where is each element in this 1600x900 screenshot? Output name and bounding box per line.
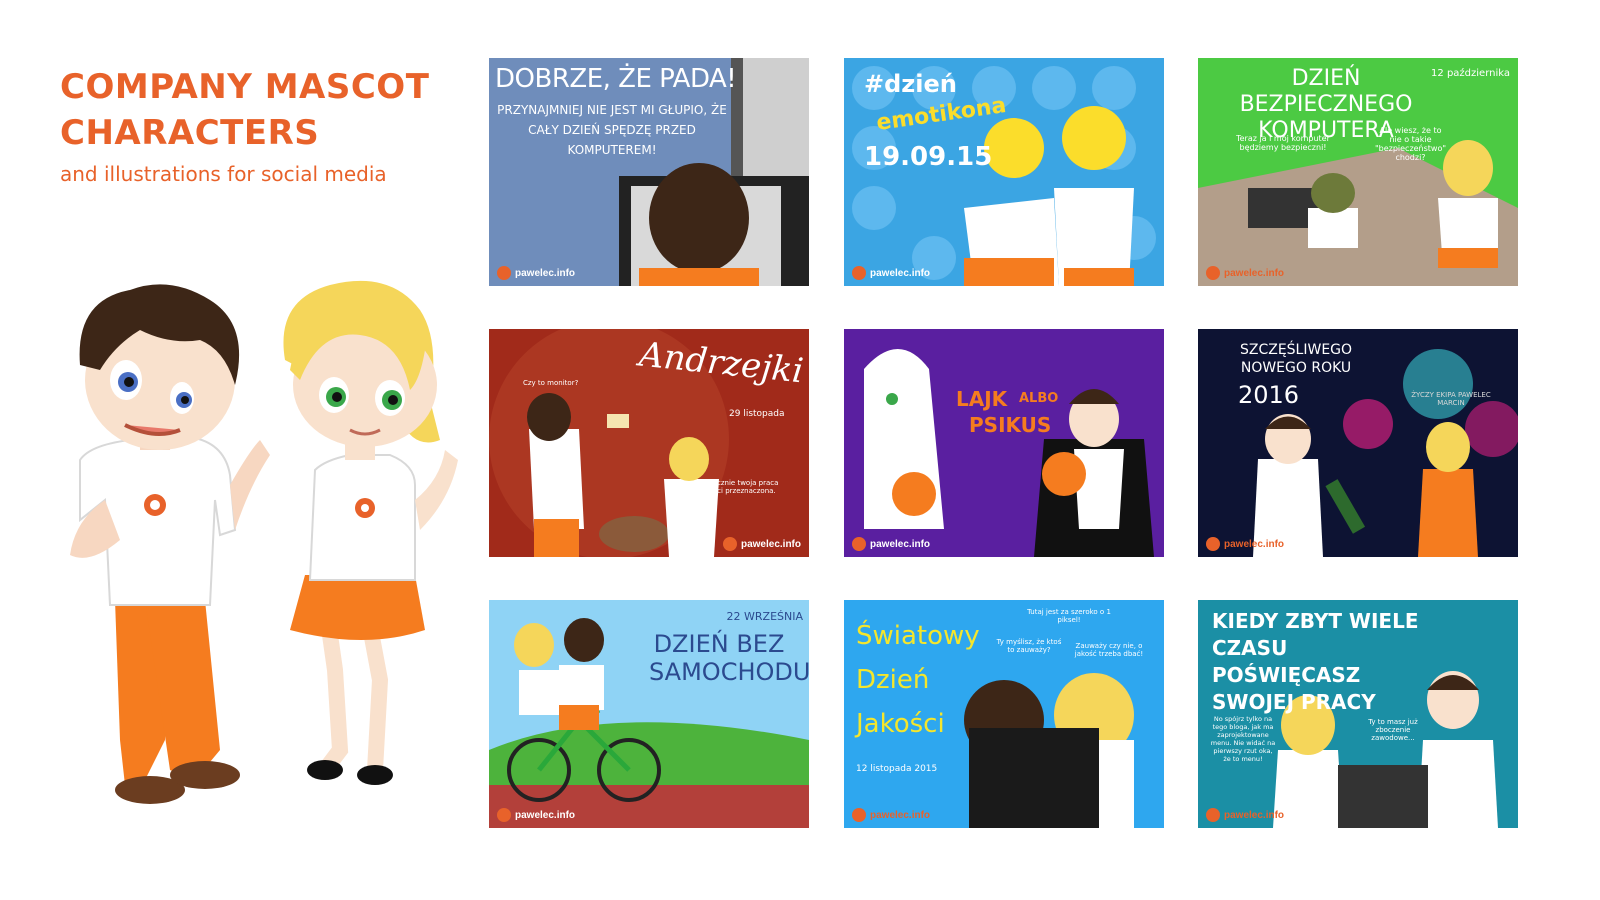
tile-headline: KIEDY ZBYT WIELE CZASU POŚWIĘCASZ SWOJEJ… (1212, 609, 1419, 714)
logo-icon (722, 537, 737, 551)
tile-year: 2016 (1238, 381, 1300, 409)
logo-icon (1206, 808, 1220, 822)
tile-headline: DZIEŃ BEZ SAMOCHODU (649, 630, 809, 686)
pawelec-logo: pawelec.info (852, 537, 930, 551)
speech-bubble: Widocznie twoja praca jest ci przeznaczo… (699, 479, 779, 495)
pawelec-logo: pawelec.info (497, 266, 575, 280)
illustration-quality-day: Światowy Dzień Jakości 12 listopada 2015… (844, 600, 1164, 828)
pawelec-logo: pawelec.info (497, 808, 575, 822)
tile-date: 29 listopada (729, 409, 785, 419)
tile-date: 22 WRZEŚNIA (726, 610, 803, 623)
tile-body: PRZYNAJMNIEJ NIE JEST MI GŁUPIO, ŻE CAŁY… (497, 103, 727, 157)
mascot-characters-illustration (20, 270, 480, 830)
tile-date: 12 listopada 2015 (856, 764, 938, 774)
speech-bubble: Czy to monitor? (523, 379, 579, 387)
logo-icon (852, 537, 866, 551)
tile-date: 12 października (1431, 68, 1510, 79)
tile-headline: Światowy Dzień Jakości (856, 621, 980, 739)
logo-icon (1206, 266, 1220, 280)
illustration-car-free-day: 22 WRZEŚNIA DZIEŃ BEZ SAMOCHODU pawelec.… (489, 600, 809, 828)
logo-icon (497, 266, 511, 280)
pawelec-logo: pawelec.info (722, 537, 801, 551)
illustration-rainy-day: DOBRZE, ŻE PADA! PRZYNAJMNIEJ NIE JEST M… (489, 58, 809, 286)
illustration-halloween: LAJK ALBO PSIKUS pawelec.info (844, 329, 1164, 557)
tile-date: 19.09.15 (864, 142, 993, 172)
speech-bubble: Tutaj jest za szeroko o 1 piksel! (1027, 608, 1111, 624)
illustration-andrzejki: Andrzejki 29 listopada Czy to monitor? W… (489, 329, 809, 557)
speech-bubble: No spójrz tylko na tego bloga, jak ma za… (1210, 715, 1276, 763)
illustration-safe-computer-day: DZIEŃ BEZPIECZNEGO KOMPUTERA 12 paździer… (1198, 58, 1518, 286)
tile-headline: SZCZĘŚLIWEGO NOWEGO ROKU (1239, 342, 1353, 376)
tile-headline-tail: PSIKUS (969, 413, 1052, 437)
page-subtitle: and illustrations for social media (60, 162, 387, 186)
pawelec-logo: pawelec.info (1206, 537, 1284, 551)
speech-bubble: Ty myślisz, że ktoś to zauważy? (996, 638, 1062, 654)
illustration-new-year: SZCZĘŚLIWEGO NOWEGO ROKU 2016 ŻYCZY EKIP… (1198, 329, 1518, 557)
pawelec-logo: pawelec.info (852, 266, 930, 280)
boy-mascot (70, 284, 270, 804)
pawelec-logo: pawelec.info (1206, 266, 1284, 280)
logo-icon (1206, 537, 1220, 551)
logo-icon (852, 266, 866, 280)
tile-headline: DOBRZE, ŻE PADA! (495, 64, 737, 94)
pawelec-logo: pawelec.info (852, 808, 930, 822)
girl-mascot (283, 280, 458, 785)
tile-headline-mid: ALBO (1019, 391, 1059, 406)
logo-icon (497, 808, 511, 822)
tile-headline: LAJK (956, 387, 1008, 411)
tile-wish: ŻYCZY EKIPA PAWELEC MARCIN (1411, 391, 1491, 407)
speech-bubble: Teraz ja i mój komputer będziemy bezpiec… (1236, 134, 1330, 152)
pawelec-logo: pawelec.info (1206, 808, 1284, 822)
logo-icon (852, 808, 866, 822)
tile-headline: #dzień (864, 70, 957, 98)
speech-bubble: Zauważy czy nie, o jakość trzeba dbać! (1074, 642, 1144, 658)
speech-bubble: Ale wiesz, że to nie o takie "bezpieczeń… (1374, 126, 1447, 162)
page-title: COMPANY MASCOT CHARACTERS (60, 67, 430, 153)
speech-bubble: Ty to masz już zboczenie zawodowe... (1368, 718, 1418, 742)
illustration-emoji-day: #dzień emotikona 19.09.15 pawelec.info (844, 58, 1164, 286)
illustration-work-obsession: KIEDY ZBYT WIELE CZASU POŚWIĘCASZ SWOJEJ… (1198, 600, 1518, 828)
